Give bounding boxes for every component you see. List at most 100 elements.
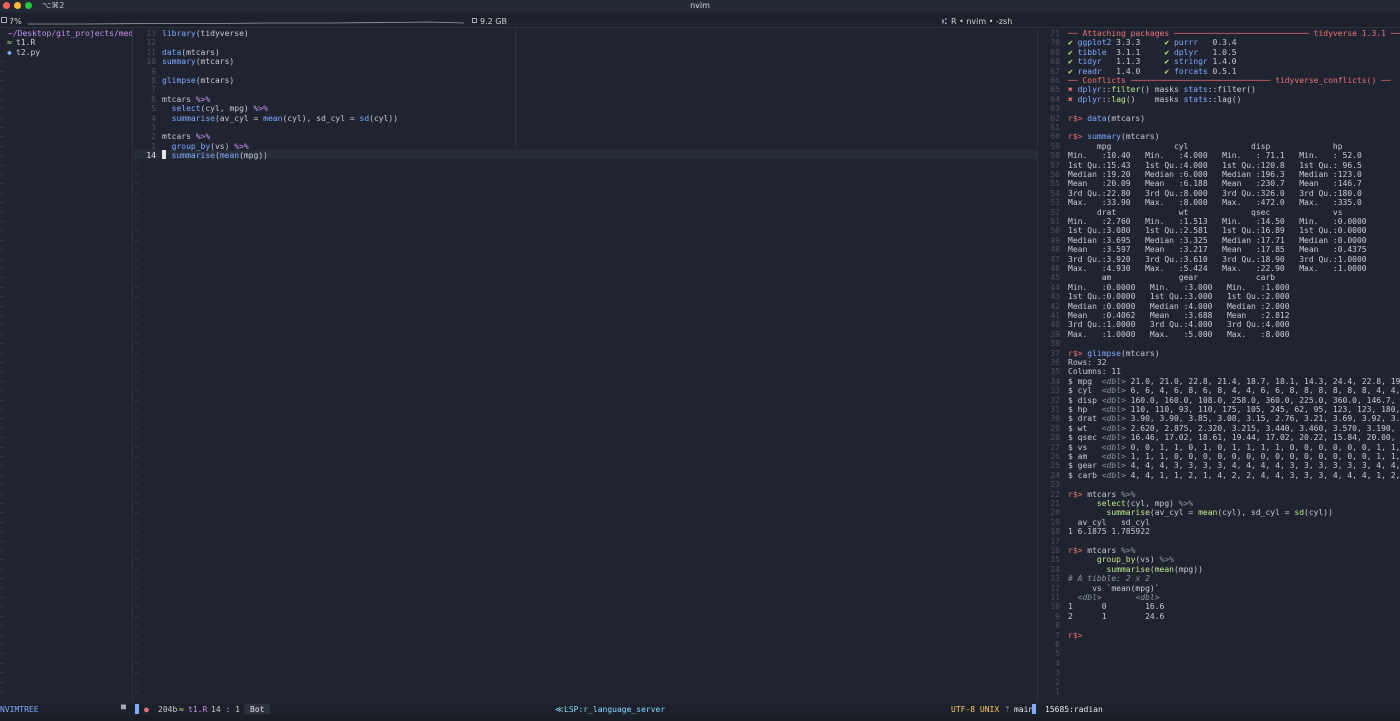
terminal-line-number: 29 [1050, 423, 1060, 433]
code-line[interactable]: mtcars %>% [162, 95, 210, 104]
line-number: 13 [146, 29, 156, 38]
terminal-output-line: $ gear <dbl> 4, 4, 4, 3, 3, 3, 3, 4, 4, … [1068, 461, 1400, 470]
cursor-position: 14 : 1 [211, 705, 240, 714]
line-number: 2 [151, 132, 156, 142]
empty-line-marker: ~ [0, 687, 5, 696]
git-branch: main [1014, 705, 1034, 714]
terminal-output-line: Columns: 11 [1068, 367, 1121, 376]
output-token [1068, 499, 1097, 508]
empty-line-marker: ~ [0, 254, 5, 264]
terminal-output-line: Mean :20.09 Mean :6.188 Mean :230.7 Mean… [1068, 179, 1371, 188]
tree-file-item[interactable]: ≈ t1.R [7, 38, 35, 47]
empty-line-marker: ~ [134, 395, 139, 405]
output-token: $ drat [1068, 414, 1102, 424]
empty-line-marker: ~ [0, 264, 5, 273]
terminal-output-line: ✔ tibble 3.1.1 ✔ dplyr 1.0.5 [1068, 48, 1237, 57]
output-token: tidyverse 1.3.1 ── [1313, 29, 1400, 38]
code-line[interactable]: summarise(mean(mpg)) [162, 151, 268, 160]
cpu-icon [1, 17, 7, 23]
empty-line-marker: ~ [0, 123, 5, 132]
terminal-line-number: 55 [1050, 179, 1060, 189]
output-token: r$> [1068, 630, 1088, 640]
tree-root-path[interactable]: ~/Desktop/git_projects/mediu [8, 29, 132, 38]
code-line[interactable]: select(cyl, mpg) %>% [162, 104, 268, 113]
output-token: mtcars [1087, 546, 1121, 555]
output-token: r$> [1068, 113, 1088, 123]
output-token: %>% [1120, 546, 1136, 555]
terminal-line-number: 53 [1050, 198, 1060, 208]
empty-line-marker: ~ [0, 339, 5, 349]
terminal-output-line: Median :19.20 Median :6.000 Median :196.… [1068, 170, 1371, 179]
command-line[interactable] [0, 715, 1400, 721]
empty-line-marker: ~ [0, 104, 5, 114]
output-token: 3rd Qu.:3.920 3rd Qu.:3.610 3rd Qu.:18.9… [1068, 254, 1377, 264]
tree-file-item[interactable]: ◆ t2.py [7, 48, 40, 57]
output-token: Max. :4.930 Max. :5.424 Max. :22.90 Max.… [1068, 264, 1377, 273]
terminal-pane[interactable]: 71 ── Attaching packages ────────────────… [1039, 29, 1400, 715]
terminal-line-number: 10 [1050, 602, 1060, 612]
terminal-output-line: 3rd Qu.:3.920 3rd Qu.:3.610 3rd Qu.:18.9… [1068, 255, 1376, 264]
empty-line-marker: ~ [0, 546, 5, 555]
empty-line-marker: ~ [134, 583, 139, 593]
terminal-output-line: $ disp <dbl> 160.0, 160.0, 108.0, 258.0,… [1068, 396, 1400, 405]
terminal-line-number: 21 [1050, 499, 1060, 508]
output-token: <dbl> [1101, 405, 1126, 414]
terminal-line-number: 49 [1050, 235, 1060, 245]
code-token: %>% [234, 141, 249, 151]
empty-line-marker: ~ [0, 621, 5, 631]
line-number: 9 [151, 66, 156, 76]
empty-line-marker: ~ [134, 611, 139, 621]
cpu-usage: 7% [9, 17, 22, 26]
output-token: sd [1294, 508, 1305, 518]
terminal-output-line: Median :3.695 Median :3.325 Median :17.7… [1068, 236, 1376, 245]
output-token: <dbl> [1077, 593, 1102, 602]
code-line[interactable]: glimpse(mtcars) [162, 76, 234, 85]
code-line[interactable]: summary(mtcars) [162, 57, 234, 66]
output-token: ✔ [1068, 57, 1078, 67]
terminal-output-line: $ wt <dbl> 2.620, 2.875, 2.320, 3.215, 3… [1068, 424, 1400, 433]
terminal-line-number: 33 [1050, 386, 1060, 396]
output-token: dplyr [1077, 94, 1102, 104]
empty-line-marker: ~ [134, 348, 139, 358]
code-line[interactable]: mtcars %>% [162, 132, 210, 141]
output-token: Median :0.0000 Median :4.000 Median :2.0… [1068, 301, 1300, 311]
terminal-output-line: 1 0 16.6 [1068, 602, 1164, 611]
terminal-line-number: 37 [1050, 348, 1060, 358]
output-token: r$> [1068, 132, 1088, 142]
output-token: group_by [1096, 555, 1136, 565]
output-token: () masks [1140, 85, 1184, 95]
terminal-output-line: ✖ dplyr::lag() masks stats::lag() [1068, 95, 1241, 104]
output-token: select [1096, 499, 1126, 508]
line-number: 5 [151, 104, 156, 114]
output-token: (mtcars) [1120, 132, 1160, 142]
code-line[interactable]: library(tidyverse) [162, 29, 249, 38]
empty-line-marker: ~ [134, 179, 139, 189]
output-token: () masks [1125, 94, 1184, 104]
empty-line-marker: ~ [0, 423, 5, 433]
empty-line-marker: ~ [0, 461, 5, 471]
empty-line-marker: ~ [134, 508, 139, 518]
empty-line-marker: ~ [0, 658, 5, 668]
empty-line-marker: ~ [0, 207, 5, 217]
code-line[interactable]: group_by(vs) %>% [162, 142, 249, 151]
terminal-output-line: $ cyl <dbl> 6, 6, 4, 6, 8, 6, 8, 4, 4, 6… [1068, 386, 1400, 395]
output-token: ── Conflicts ───────────────────────────… [1068, 76, 1276, 85]
empty-line-marker: ~ [0, 583, 5, 593]
empty-line-marker: ~ [134, 564, 139, 574]
output-token: <dbl> [1101, 376, 1126, 386]
code-line[interactable]: data(mtcars) [162, 48, 220, 57]
terminal-line-number: 66 [1050, 76, 1060, 85]
empty-line-marker: ~ [134, 160, 139, 170]
terminal-output-line: r$> [1068, 631, 1087, 640]
code-line[interactable]: summarise(av_cyl = mean(cyl), sd_cyl = s… [162, 114, 398, 123]
output-token: 21.0, 21.0, 22.8, 21.4, 18.7, 18.1, 14.3… [1125, 376, 1400, 386]
terminal-line-number: 31 [1050, 405, 1060, 414]
status-stats-bar: 7% 9.2 GB ⑆ R • nvim • -zsh [0, 14, 1400, 28]
editor-pane[interactable]: 13 library(tidyverse) 12 11 data(mtcars) 10 su… [134, 29, 1038, 703]
file-tree-pane[interactable]: ~/Desktop/git_projects/mediu ≈ t1.R ◆ t2.py… [0, 29, 133, 703]
output-token: Min. :0.0000 Min. :3.000 Min. :1.000 [1068, 282, 1300, 292]
output-token: $ wt [1068, 423, 1102, 433]
terminal-output-line: r$> mtcars %>% [1068, 546, 1135, 555]
terminal-line-number: 32 [1050, 395, 1060, 405]
